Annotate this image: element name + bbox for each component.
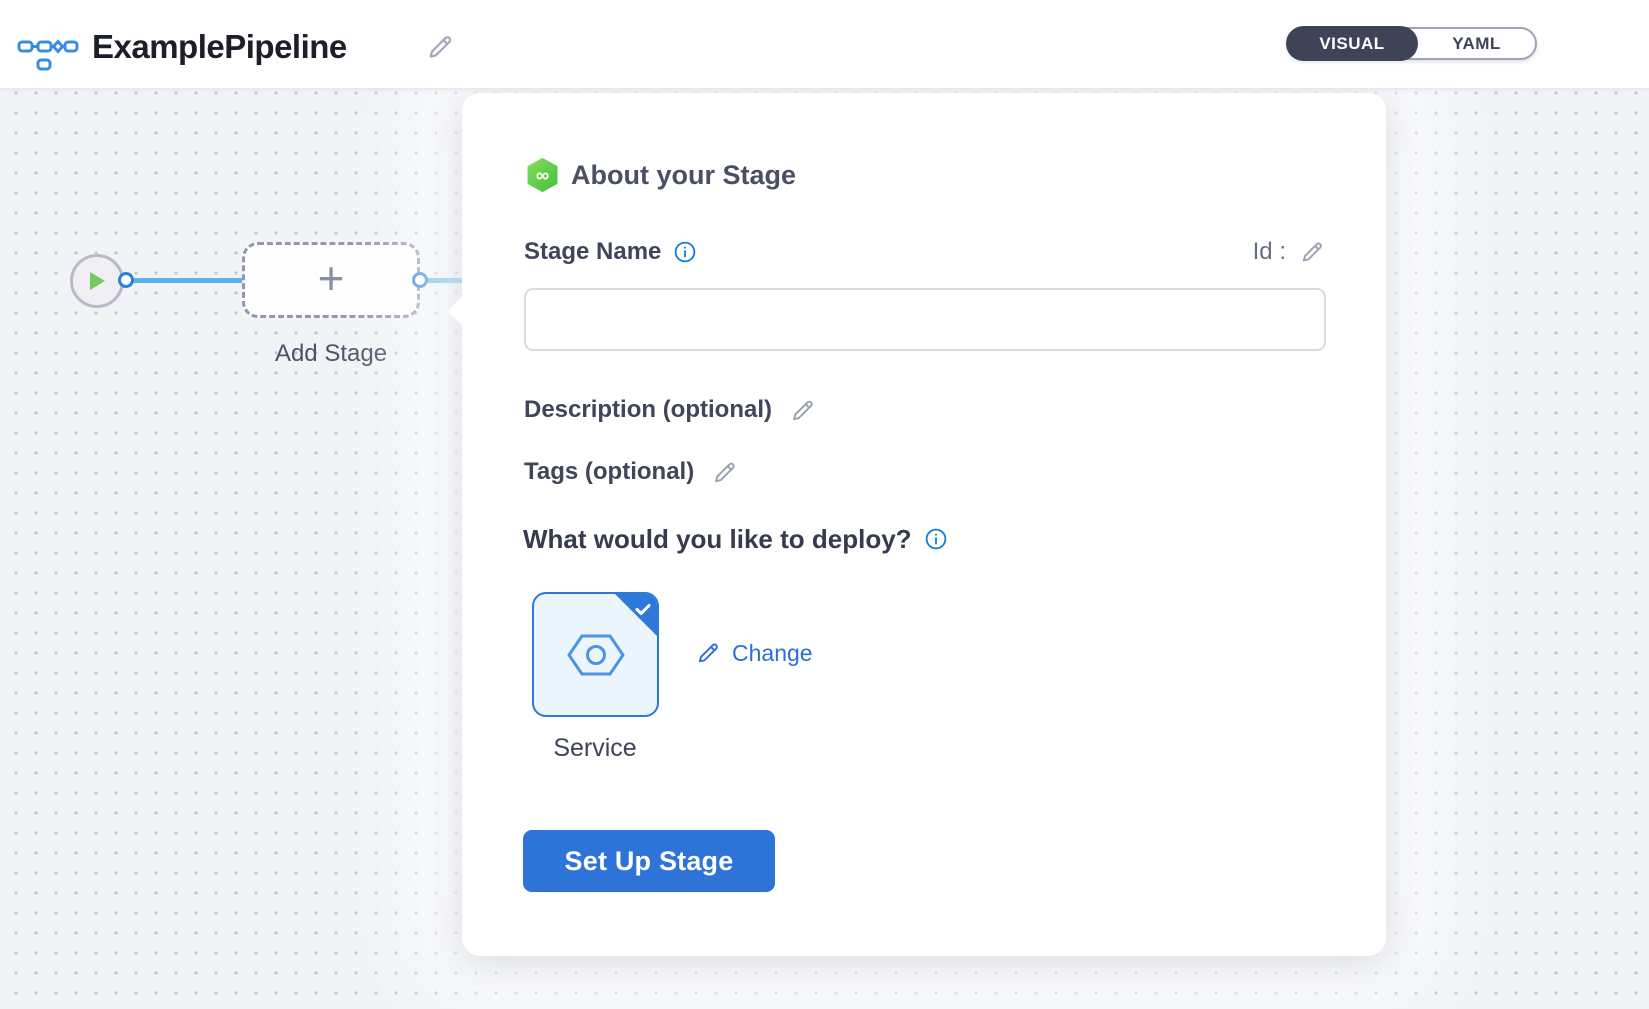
change-service-link[interactable]: Change xyxy=(694,639,813,667)
tags-label: Tags (optional) xyxy=(524,458,694,486)
toggle-yaml[interactable]: YAML xyxy=(1418,29,1535,58)
set-up-stage-button[interactable]: Set Up Stage xyxy=(523,830,775,892)
service-card-label: Service xyxy=(520,734,670,763)
stage-id-label: Id : xyxy=(1253,238,1286,266)
info-icon[interactable] xyxy=(673,240,697,264)
add-stage-label: Add Stage xyxy=(232,340,430,368)
header: ExamplePipeline VISUAL YAML xyxy=(0,0,1649,89)
check-icon xyxy=(633,599,653,619)
panel-title: About your Stage xyxy=(571,160,796,191)
description-row: Description (optional) xyxy=(524,394,817,426)
edit-tags-pencil-icon[interactable] xyxy=(710,458,739,487)
edit-title-pencil-icon[interactable] xyxy=(424,31,456,63)
edit-id-pencil-icon[interactable] xyxy=(1298,238,1326,266)
play-icon xyxy=(87,270,107,292)
pipeline-canvas[interactable]: + Add Stage ∞ About your Stage Stage Nam… xyxy=(0,89,1649,1009)
connector-dot xyxy=(412,272,428,288)
service-hexagon-icon xyxy=(565,629,627,681)
pipeline-icon xyxy=(17,33,79,73)
about-stage-panel: ∞ About your Stage Stage Name Id : Descr… xyxy=(462,93,1386,956)
info-icon[interactable] xyxy=(924,527,948,551)
plus-icon: + xyxy=(318,258,345,298)
page-title: ExamplePipeline xyxy=(92,28,347,66)
stage-type-icon: ∞ xyxy=(527,158,558,192)
add-stage-node[interactable]: + xyxy=(242,242,420,318)
deploy-question: What would you like to deploy? xyxy=(523,524,912,555)
panel-heading: ∞ About your Stage xyxy=(527,157,796,193)
stage-name-input[interactable] xyxy=(524,288,1326,351)
deploy-question-row: What would you like to deploy? xyxy=(523,523,948,555)
edit-description-pencil-icon[interactable] xyxy=(788,396,817,425)
connector-dot xyxy=(118,272,134,288)
panel-caret xyxy=(447,295,478,326)
change-label: Change xyxy=(732,640,813,667)
infinity-glyph: ∞ xyxy=(536,166,550,187)
stage-name-label: Stage Name xyxy=(524,238,661,266)
tags-row: Tags (optional) xyxy=(524,456,739,488)
description-label: Description (optional) xyxy=(524,396,772,424)
toggle-visual[interactable]: VISUAL xyxy=(1286,26,1418,61)
change-pencil-icon xyxy=(694,639,722,667)
pipeline-start-node[interactable] xyxy=(70,254,124,308)
visual-yaml-toggle[interactable]: VISUAL YAML xyxy=(1287,27,1537,60)
stage-name-row: Stage Name Id : xyxy=(524,237,1326,267)
flow-line xyxy=(132,278,244,283)
deploy-type-service-card[interactable] xyxy=(532,592,659,717)
